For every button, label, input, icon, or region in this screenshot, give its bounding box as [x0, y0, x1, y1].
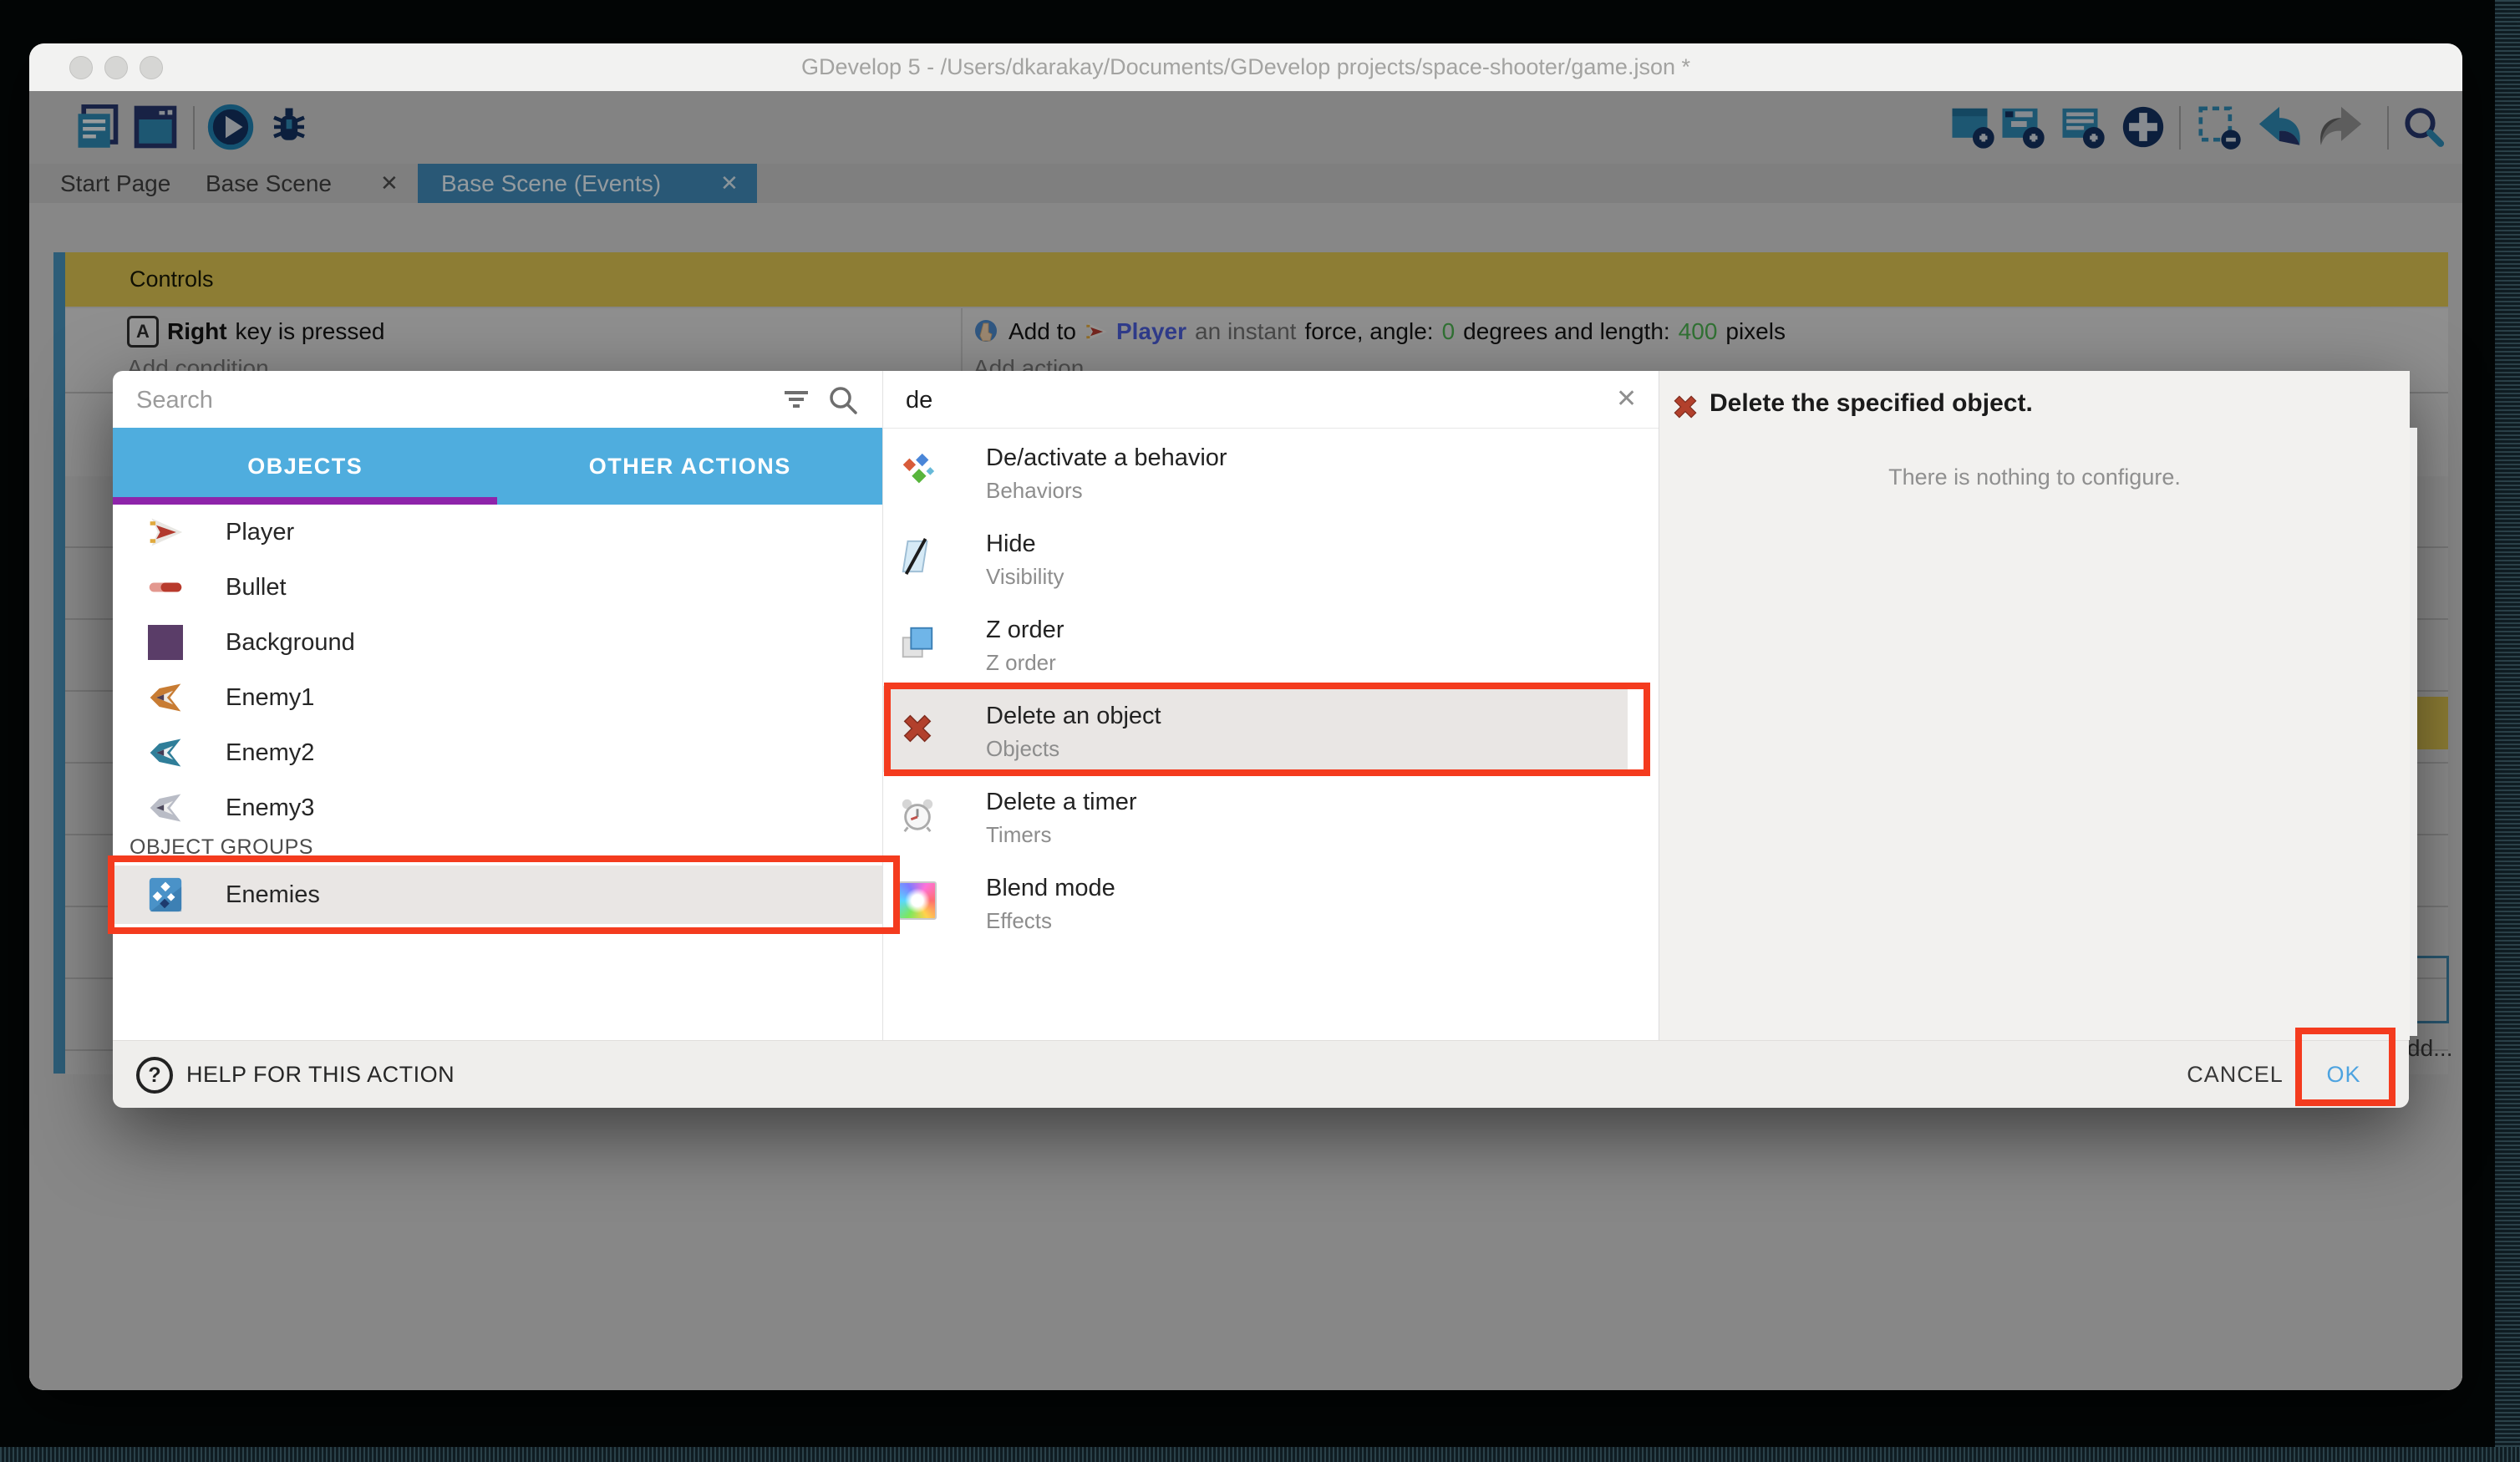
action-category: Timers: [986, 822, 1051, 848]
object-name: Background: [226, 629, 355, 657]
search-bar: [113, 371, 881, 429]
annotation-box-enemies: [108, 855, 900, 934]
help-icon: ?: [136, 1057, 173, 1094]
action-title: De/activate a behavior: [986, 444, 1227, 472]
action-description: Delete the specified object.: [1710, 389, 2033, 418]
help-button[interactable]: HELP FOR THIS ACTION: [186, 1041, 455, 1108]
background-swatch-icon: [146, 623, 185, 662]
action-category: Z order: [986, 650, 1056, 676]
tab-other-actions[interactable]: OTHER ACTIONS: [498, 428, 883, 505]
objects-panel: OBJECTS OTHER ACTIONS Player Bullet Back…: [113, 371, 883, 1040]
clear-search-icon[interactable]: ✕: [1616, 371, 1637, 428]
enemy3-ship-icon: [146, 789, 185, 827]
dialog-footer: ? HELP FOR THIS ACTION CANCEL OK: [113, 1040, 2409, 1108]
object-row-bullet[interactable]: Bullet: [113, 560, 882, 615]
action-title: Blend mode: [986, 875, 1115, 902]
desktop-wallpaper-edge: [2495, 0, 2520, 1462]
object-row-player[interactable]: Player: [113, 505, 882, 560]
object-name: Bullet: [226, 574, 287, 602]
annotation-box-delete-object: [884, 683, 1650, 776]
player-ship-icon: [146, 513, 185, 551]
action-row-hide[interactable]: Hide Visibility: [882, 514, 1628, 600]
object-row-enemy2[interactable]: Enemy2: [113, 725, 882, 780]
enemy1-ship-icon: [146, 678, 185, 717]
object-name: Enemy3: [226, 794, 314, 822]
search-input[interactable]: [135, 379, 723, 421]
delete-cross-icon: [1669, 391, 1701, 423]
action-chooser-dialog: OBJECTS OTHER ACTIONS Player Bullet Back…: [113, 371, 2409, 1107]
dialog-tabbar: OBJECTS OTHER ACTIONS: [113, 428, 882, 505]
timer-icon: [898, 795, 937, 834]
object-row-enemy1[interactable]: Enemy1: [113, 670, 882, 725]
active-tab-underline: [113, 497, 497, 505]
query-bar: ✕: [882, 371, 1659, 429]
window-title: GDevelop 5 - /Users/dkarakay/Documents/G…: [29, 43, 2462, 91]
bullet-icon: [146, 568, 185, 607]
object-row-enemy3[interactable]: Enemy3: [113, 780, 882, 835]
action-title: Hide: [986, 530, 1036, 558]
search-icon[interactable]: [826, 383, 860, 417]
action-title: Z order: [986, 617, 1064, 644]
object-name: Player: [226, 519, 294, 546]
annotation-box-ok: [2295, 1028, 2396, 1106]
action-row-z-order[interactable]: Z order Z order: [882, 600, 1628, 686]
action-row-blend-mode[interactable]: Blend mode Effects: [882, 858, 1628, 944]
action-category: Visibility: [986, 564, 1064, 590]
z-order-icon: [898, 623, 937, 662]
action-category: Effects: [986, 908, 1052, 934]
object-row-background[interactable]: Background: [113, 615, 882, 670]
blend-mode-icon: [898, 881, 937, 920]
enemy2-ship-icon: [146, 734, 185, 772]
action-row-deactivate-behavior[interactable]: De/activate a behavior Behaviors: [882, 428, 1628, 514]
action-title: Delete a timer: [986, 789, 1137, 816]
action-search-input[interactable]: [904, 379, 1492, 421]
titlebar: GDevelop 5 - /Users/dkarakay/Documents/G…: [29, 43, 2462, 92]
tab-objects[interactable]: OBJECTS: [113, 428, 498, 505]
object-name: Enemy1: [226, 684, 314, 712]
object-name: Enemy2: [226, 739, 314, 767]
filter-icon[interactable]: [781, 385, 811, 415]
behavior-icon: [898, 451, 937, 490]
desktop-wallpaper-edge: [0, 1447, 2520, 1462]
cancel-button[interactable]: CANCEL: [2172, 1041, 2298, 1108]
empty-configuration-message: There is nothing to configure.: [1659, 464, 2410, 490]
visibility-icon: [898, 537, 937, 576]
action-detail-panel: Delete the specified object. There is no…: [1659, 371, 2410, 1040]
action-category: Behaviors: [986, 478, 1083, 504]
action-row-delete-timer[interactable]: Delete a timer Timers: [882, 772, 1628, 858]
